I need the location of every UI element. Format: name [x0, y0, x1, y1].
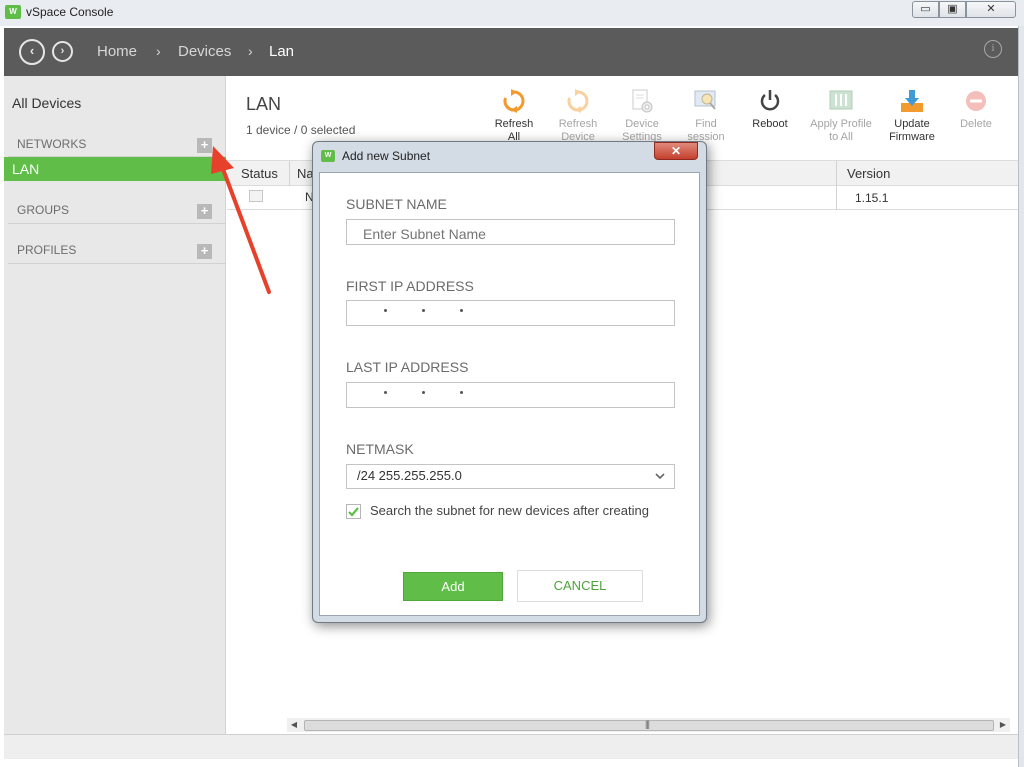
breadcrumb-separator: ›: [248, 43, 253, 59]
sidebar-item-label: LAN: [12, 161, 40, 177]
scroll-right-icon[interactable]: ▶: [996, 718, 1010, 732]
subnet-name-label: SUBNET NAME: [346, 196, 447, 212]
minimize-button[interactable]: ▭: [912, 1, 939, 18]
search-subnet-label: Search the subnet for new devices after …: [370, 503, 649, 518]
refresh-icon: [503, 89, 525, 113]
red-annotation-arrow: [211, 146, 271, 294]
dialog-title: Add new Subnet: [342, 149, 431, 163]
ip-separator: [384, 309, 387, 312]
info-icon[interactable]: i: [984, 40, 1002, 58]
scrollbar-thumb[interactable]: |||: [304, 719, 994, 731]
firmware-download-icon: [901, 90, 923, 112]
column-divider: [836, 186, 837, 210]
grip-icon: |||: [645, 719, 650, 729]
last-ip-input[interactable]: [346, 382, 675, 408]
apply-profile-button[interactable]: Apply Profile to All: [806, 88, 876, 144]
settings-document-icon: [632, 89, 653, 113]
profiles-section-label: PROFILES: [17, 243, 77, 257]
toolbar-label: Apply Profile: [810, 118, 872, 130]
add-subnet-dialog: W Add new Subnet ✕ SUBNET NAME FIRST IP …: [312, 141, 707, 623]
window-edge: [1018, 26, 1024, 767]
toolbar-label: Device: [625, 118, 659, 130]
ip-separator: [422, 309, 425, 312]
first-ip-label: FIRST IP ADDRESS: [346, 278, 474, 294]
toolbar-label: Refresh: [558, 118, 598, 130]
back-button[interactable]: ‹: [19, 39, 45, 65]
toolbar-label: Update: [894, 118, 930, 130]
netmask-select[interactable]: /24 255.255.255.0: [346, 464, 675, 489]
toolbar-label: Find: [695, 118, 717, 130]
groups-section-label: GROUPS: [17, 203, 70, 217]
divider: [8, 263, 226, 264]
horizontal-scrollbar[interactable]: ◀ ||| ▶: [287, 718, 1010, 732]
delete-icon: [966, 91, 986, 111]
vspace-console-window: W vSpace Console ▭ ▣ ✕ ‹ › Home › Device…: [0, 0, 1024, 767]
last-ip-label: LAST IP ADDRESS: [346, 359, 469, 375]
sidebar-item-lan[interactable]: LAN: [4, 157, 226, 181]
update-firmware-button[interactable]: Update Firmware: [877, 88, 947, 144]
refresh-all-button[interactable]: Refresh All: [479, 88, 549, 144]
breadcrumb-separator: ›: [156, 43, 161, 59]
cancel-button[interactable]: CANCEL: [517, 570, 643, 602]
search-subnet-checkbox[interactable]: [346, 504, 361, 519]
window-close-button[interactable]: ✕: [966, 1, 1016, 18]
breadcrumb-devices[interactable]: Devices: [178, 43, 231, 60]
power-icon: [760, 90, 780, 111]
maximize-button[interactable]: ▣: [939, 1, 966, 18]
reboot-button[interactable]: Reboot: [735, 88, 805, 131]
apply-profile-icon: [829, 90, 853, 110]
forward-button[interactable]: ›: [52, 41, 73, 62]
delete-button[interactable]: Delete: [941, 88, 1011, 131]
networks-section-label: NETWORKS: [17, 137, 87, 151]
first-ip-input[interactable]: [346, 300, 675, 326]
app-header: ‹ › Home › Devices › Lan i: [4, 28, 1018, 76]
ip-separator: [460, 391, 463, 394]
netmask-label: NETMASK: [346, 441, 414, 457]
find-session-button[interactable]: Find session: [671, 88, 741, 144]
app-logo-icon: W: [321, 150, 335, 162]
dialog-close-button[interactable]: ✕: [654, 142, 698, 160]
breadcrumb-home[interactable]: Home: [97, 43, 137, 60]
column-divider: [836, 161, 837, 186]
breadcrumb-lan: Lan: [269, 43, 295, 60]
toolbar-label: Reboot: [752, 118, 788, 130]
dialog-body: SUBNET NAME FIRST IP ADDRESS LAST IP ADD…: [319, 172, 700, 616]
refresh-device-button[interactable]: Refresh Device: [543, 88, 613, 144]
device-count: 1 device / 0 selected: [246, 123, 356, 137]
netmask-value: /24 255.255.255.0: [357, 468, 462, 483]
ip-separator: [460, 309, 463, 312]
status-bar: [4, 734, 1018, 759]
add-button[interactable]: Add: [403, 572, 503, 601]
device-settings-button[interactable]: Device Settings: [607, 88, 677, 144]
window-titlebar: W vSpace Console ▭ ▣ ✕: [0, 0, 1024, 26]
column-divider: [289, 161, 290, 186]
ip-separator: [384, 391, 387, 394]
refresh-icon: [567, 89, 589, 113]
column-version[interactable]: Version: [847, 166, 890, 181]
checkmark-icon: [348, 507, 359, 517]
device-version: 1.15.1: [855, 191, 889, 205]
toolbar-label: Delete: [960, 118, 992, 130]
find-session-icon: [694, 90, 716, 110]
scroll-left-icon[interactable]: ◀: [287, 718, 301, 732]
subnet-name-input[interactable]: [346, 219, 675, 245]
toolbar-label: to All: [829, 131, 853, 143]
divider: [8, 223, 226, 224]
sidebar: All Devices NETWORKS + LAN GROUPS + PROF…: [4, 76, 226, 734]
sidebar-item-all-devices[interactable]: All Devices: [12, 95, 81, 111]
window-title: vSpace Console: [26, 5, 114, 19]
toolbar-label: Refresh: [494, 118, 534, 130]
app-logo-icon: W: [5, 5, 21, 19]
toolbar-label: Firmware: [889, 131, 935, 143]
page-title: LAN: [246, 94, 282, 114]
chevron-down-icon: [655, 473, 665, 480]
ip-separator: [422, 391, 425, 394]
